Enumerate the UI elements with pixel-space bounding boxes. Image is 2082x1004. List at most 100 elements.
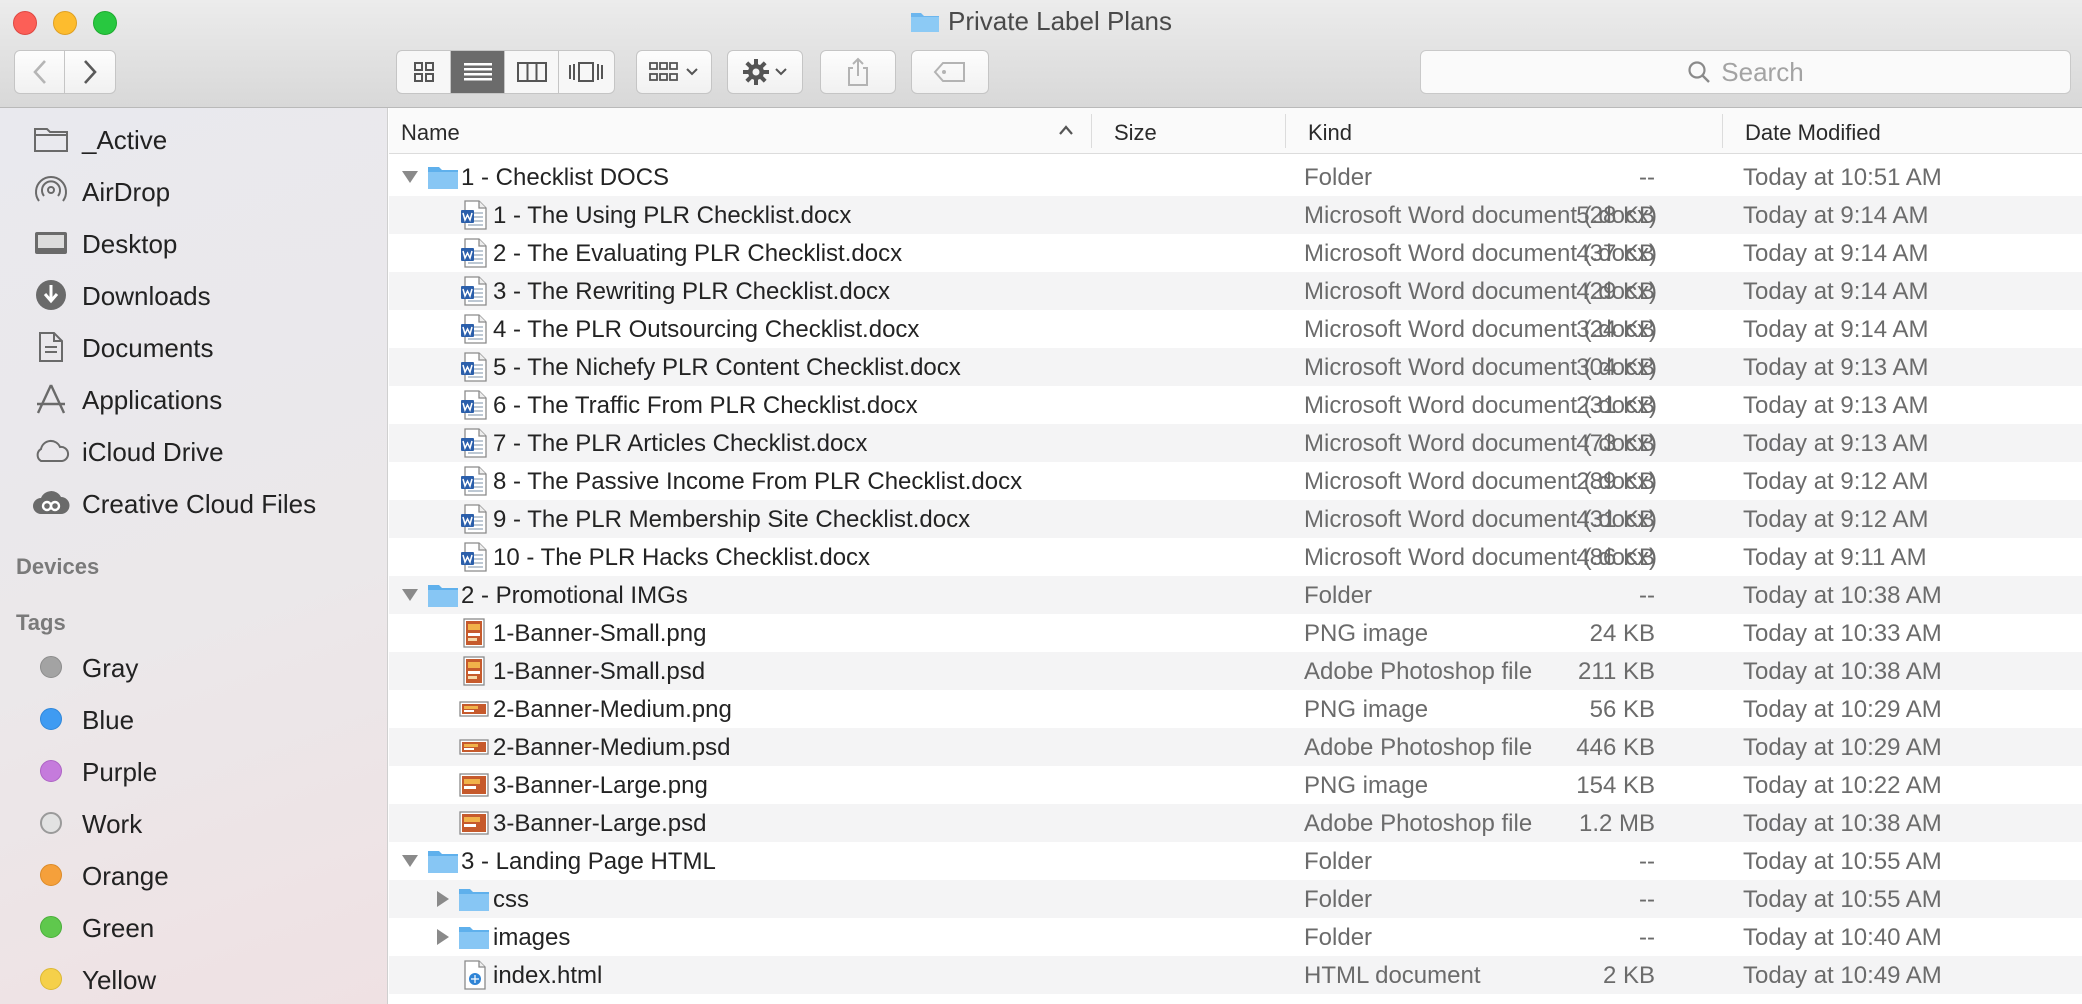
- file-row[interactable]: 2 - The Evaluating PLR Checklist.docx 437…: [389, 234, 2082, 272]
- tag-icon: [933, 62, 965, 82]
- action-menu-button[interactable]: [727, 50, 803, 94]
- file-row[interactable]: 3-Banner-Large.psd 1.2 MB Adobe Photoshop …: [389, 804, 2082, 842]
- file-date-modified: Today at 9:12 AM: [1743, 468, 1929, 495]
- disclosure-expanded-icon[interactable]: [401, 852, 419, 870]
- column-header-date-modified[interactable]: Date Modified: [1745, 120, 1881, 146]
- list-view-button[interactable]: [451, 51, 505, 93]
- file-date-modified: Today at 9:14 AM: [1743, 240, 1929, 267]
- file-kind: Folder: [1304, 582, 1373, 609]
- column-header-size[interactable]: Size: [1114, 120, 1157, 146]
- column-header-name[interactable]: Name: [401, 120, 460, 146]
- folder-row[interactable]: 2 - Promotional IMGs -- Folder Today at 10:…: [389, 576, 2082, 614]
- file-date-modified: Today at 10:33 AM: [1743, 620, 1942, 647]
- sidebar-item-downloads[interactable]: Downloads: [0, 272, 388, 318]
- tag-color-dot: [32, 754, 70, 788]
- tags-section-header[interactable]: Tags: [16, 610, 66, 636]
- file-row[interactable]: 1-Banner-Small.psd 211 KB Adobe Photoshop …: [389, 652, 2082, 690]
- file-row[interactable]: 10 - The PLR Hacks Checklist.docx 486 KB M…: [389, 538, 2082, 576]
- file-row[interactable]: 7 - The PLR Articles Checklist.docx 473 K…: [389, 424, 2082, 462]
- sidebar-tag-yellow[interactable]: Yellow: [0, 956, 388, 1002]
- column-separator[interactable]: [1091, 114, 1092, 148]
- tag-color-dot: [32, 910, 70, 944]
- folder-row[interactable]: css -- Folder Today at 10:55 AM: [389, 880, 2082, 918]
- column-separator[interactable]: [1285, 114, 1286, 148]
- forward-button[interactable]: [65, 51, 115, 93]
- chevron-left-icon: [32, 60, 46, 84]
- documents-icon: [32, 330, 70, 364]
- column-header-kind[interactable]: Kind: [1308, 120, 1352, 146]
- applications-icon: [32, 382, 70, 416]
- sidebar-tag-gray[interactable]: Gray: [0, 644, 388, 690]
- search-field[interactable]: Search: [1420, 50, 2071, 94]
- word-document-icon: [457, 352, 491, 382]
- disclosure-expanded-icon[interactable]: [401, 168, 419, 186]
- sidebar-item-icloud-drive[interactable]: iCloud Drive: [0, 428, 388, 474]
- disclosure-collapsed-icon[interactable]: [434, 890, 452, 908]
- back-button[interactable]: [15, 51, 65, 93]
- sidebar-tag-orange[interactable]: Orange: [0, 852, 388, 898]
- word-document-icon: [457, 200, 491, 230]
- sidebar-item-airdrop[interactable]: AirDrop: [0, 168, 388, 214]
- icon-view-button[interactable]: [397, 51, 451, 93]
- search-placeholder: Search: [1721, 56, 1804, 87]
- column-view-button[interactable]: [505, 51, 559, 93]
- file-date-modified: Today at 10:51 AM: [1743, 164, 1942, 191]
- file-date-modified: Today at 10:29 AM: [1743, 696, 1942, 723]
- sidebar-tag-work[interactable]: Work: [0, 800, 388, 846]
- share-icon: [848, 57, 868, 86]
- file-row[interactable]: 2-Banner-Medium.psd 446 KB Adobe Photoshop…: [389, 728, 2082, 766]
- devices-section-header[interactable]: Devices: [16, 554, 99, 580]
- file-row[interactable]: index.html 2 KB HTML document Today at 10:4…: [389, 956, 2082, 994]
- disclosure-collapsed-icon[interactable]: [434, 928, 452, 946]
- view-mode-selector: [396, 50, 615, 94]
- sidebar-item-creative-cloud-files[interactable]: Creative Cloud Files: [0, 480, 388, 526]
- file-row[interactable]: 3 - The Rewriting PLR Checklist.docx 429 …: [389, 272, 2082, 310]
- airdrop-icon: [32, 174, 70, 208]
- file-row[interactable]: 3-Banner-Large.png 154 KB PNG image Today a…: [389, 766, 2082, 804]
- disclosure-expanded-icon[interactable]: [401, 586, 419, 604]
- edit-tags-button[interactable]: [911, 50, 989, 94]
- tag-label: Gray: [82, 653, 139, 683]
- tag-label: Green: [82, 913, 155, 943]
- file-row[interactable]: 6 - The Traffic From PLR Checklist.docx 2…: [389, 386, 2082, 424]
- file-name: 6 - The Traffic From PLR Checklist.docx: [493, 392, 918, 419]
- sidebar-item-active[interactable]: _Active: [0, 116, 388, 162]
- word-document-icon: [457, 238, 491, 268]
- arrange-button[interactable]: [636, 50, 712, 94]
- file-row[interactable]: 2-Banner-Medium.png 56 KB PNG image Today a…: [389, 690, 2082, 728]
- folder-row[interactable]: images -- Folder Today at 10:40 AM: [389, 918, 2082, 956]
- file-name: 2-Banner-Medium.png: [493, 696, 732, 723]
- file-row[interactable]: 8 - The Passive Income From PLR Checklis…: [389, 462, 2082, 500]
- sidebar-tag-blue[interactable]: Blue: [0, 696, 388, 742]
- sidebar-tag-green[interactable]: Green: [0, 904, 388, 950]
- file-kind: PNG image: [1304, 772, 1429, 799]
- file-row[interactable]: 9 - The PLR Membership Site Checklist.do…: [389, 500, 2082, 538]
- file-name: 2-Banner-Medium.psd: [493, 734, 731, 761]
- sidebar-tag-purple[interactable]: Purple: [0, 748, 388, 794]
- column-separator[interactable]: [1722, 114, 1723, 148]
- cover-flow-view-button[interactable]: [559, 51, 613, 93]
- file-list: Name Size Kind Date Modified 1 - Checkli…: [389, 108, 2082, 1004]
- file-date-modified: Today at 10:29 AM: [1743, 734, 1942, 761]
- file-row[interactable]: 1 - The Using PLR Checklist.docx 528 KB Mi…: [389, 196, 2082, 234]
- desktop-icon: [32, 226, 70, 260]
- sidebar-item-documents[interactable]: Documents: [0, 324, 388, 370]
- tag-color-dot: [32, 858, 70, 892]
- folder-icon: [457, 884, 491, 914]
- sidebar-item-applications[interactable]: Applications: [0, 376, 388, 422]
- folder-row[interactable]: 1 - Checklist DOCS -- Folder Today at 10:51…: [389, 158, 2082, 196]
- file-kind: PNG image: [1304, 696, 1429, 723]
- folder-row[interactable]: 3 - Landing Page HTML -- Folder Today at 10…: [389, 842, 2082, 880]
- word-document-icon: [457, 428, 491, 458]
- file-kind: Folder: [1304, 886, 1373, 913]
- file-row[interactable]: 1-Banner-Small.png 24 KB PNG image Today at…: [389, 614, 2082, 652]
- sidebar-item-desktop[interactable]: Desktop: [0, 220, 388, 266]
- file-row[interactable]: 4 - The PLR Outsourcing Checklist.docx 32…: [389, 310, 2082, 348]
- tag-color-dot: [32, 962, 70, 996]
- share-button[interactable]: [820, 50, 896, 94]
- file-row[interactable]: 5 - The Nichefy PLR Content Checklist.do…: [389, 348, 2082, 386]
- file-date-modified: Today at 10:38 AM: [1743, 582, 1942, 609]
- window-title: Private Label Plans: [0, 6, 2082, 40]
- word-document-icon: [457, 504, 491, 534]
- file-date-modified: Today at 9:13 AM: [1743, 354, 1929, 381]
